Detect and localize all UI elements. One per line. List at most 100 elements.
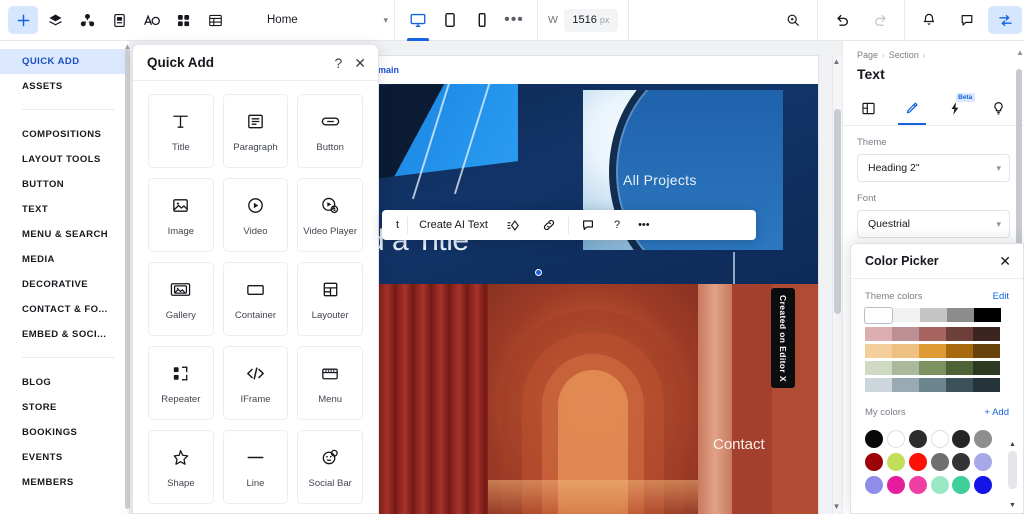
site-preview-frame[interactable]: main All Projects d a Title Contact [378, 56, 818, 514]
theme-swatch[interactable] [919, 377, 946, 392]
theme-swatch[interactable] [946, 326, 973, 341]
my-color-swatch[interactable] [908, 429, 927, 448]
quick-add-item-video[interactable]: Video [222, 178, 289, 252]
my-color-swatch[interactable] [908, 475, 927, 494]
theme-swatch[interactable] [946, 360, 973, 375]
theme-swatch[interactable] [973, 360, 1000, 375]
theme-swatch[interactable] [973, 343, 1000, 358]
quick-add-item-button[interactable]: Button [297, 94, 363, 168]
font-select[interactable]: Questrial ▾ [857, 210, 1010, 238]
breadcrumb-section[interactable]: Section [889, 50, 919, 60]
comment-icon[interactable] [571, 210, 605, 240]
canvas-scroll-up-arrow[interactable]: ▲ [832, 57, 841, 66]
theme-swatch[interactable] [863, 306, 893, 324]
my-color-swatch[interactable] [886, 429, 905, 448]
theme-swatch[interactable] [892, 360, 919, 375]
my-color-swatch[interactable] [974, 475, 993, 494]
redo-icon[interactable] [863, 6, 897, 34]
theme-swatch[interactable] [865, 377, 892, 392]
theme-swatch[interactable] [865, 343, 892, 358]
quick-add-item-gallery[interactable]: Gallery [148, 262, 214, 336]
ai-sparkle-icon[interactable] [497, 210, 532, 240]
breadcrumb-page[interactable]: Page [857, 50, 878, 60]
device-desktop-button[interactable] [403, 0, 433, 41]
layers-icon[interactable] [40, 6, 70, 34]
device-tablet-button[interactable] [435, 0, 465, 41]
tab-design[interactable] [890, 91, 933, 125]
pages-icon[interactable] [104, 6, 134, 34]
more-icon[interactable]: ••• [629, 210, 659, 240]
my-color-swatch[interactable] [930, 452, 949, 471]
help-icon[interactable]: ? [605, 210, 629, 240]
my-colors-scroll-down-arrow[interactable]: ▼ [1008, 502, 1017, 509]
theme-swatch[interactable] [946, 377, 973, 392]
theme-swatch[interactable] [919, 360, 946, 375]
sidebar-item-members[interactable]: MEMBERS [0, 470, 129, 495]
width-input[interactable]: 1516 px [563, 8, 618, 32]
contact-label[interactable]: Contact [713, 436, 765, 453]
quick-add-item-menu[interactable]: Menu [297, 346, 363, 420]
my-color-swatch[interactable] [974, 429, 993, 448]
theme-swatch[interactable] [892, 326, 919, 341]
site-structure-icon[interactable] [72, 6, 102, 34]
canvas-scrollbar-thumb[interactable] [833, 109, 841, 314]
sidebar-item-decorative[interactable]: DECORATIVE [0, 272, 129, 297]
my-color-swatch[interactable] [952, 429, 971, 448]
quick-add-item-social-bar[interactable]: Social Bar [297, 430, 363, 504]
sidebar-item-compositions[interactable]: COMPOSITIONS [0, 122, 129, 147]
my-color-swatch[interactable] [974, 452, 993, 471]
tab-layout[interactable] [847, 91, 890, 125]
close-icon[interactable]: ✕ [999, 254, 1011, 268]
text-styles-icon[interactable] [136, 6, 166, 34]
theme-swatch[interactable] [892, 343, 919, 358]
device-more-button[interactable]: ••• [499, 0, 529, 41]
edit-theme-colors-button[interactable]: Edit [993, 291, 1009, 302]
canvas-scroll-down-arrow[interactable]: ▼ [832, 502, 841, 511]
theme-swatch[interactable] [919, 343, 946, 358]
sidebar-item-button[interactable]: BUTTON [0, 172, 129, 197]
tab-tips[interactable] [977, 91, 1020, 125]
my-color-swatch[interactable] [930, 429, 949, 448]
sidebar-item-embed-social[interactable]: EMBED & SOCI... [0, 322, 129, 347]
quick-add-item-shape[interactable]: Shape [148, 430, 214, 504]
my-color-swatch[interactable] [908, 452, 927, 471]
undo-icon[interactable] [825, 6, 859, 34]
my-colors-scroll-up-arrow[interactable]: ▲ [1008, 441, 1017, 448]
close-icon[interactable]: ✕ [354, 56, 366, 70]
add-color-button[interactable]: + Add [984, 407, 1009, 418]
quick-add-item-iframe[interactable]: IFrame [222, 346, 289, 420]
help-icon[interactable]: ? [334, 56, 342, 70]
page-selector[interactable]: Home ▾ [258, 7, 394, 34]
element-selection-handle[interactable] [535, 269, 542, 276]
my-colors-scroll-thumb[interactable] [1008, 451, 1017, 489]
create-ai-text-button[interactable]: Create AI Text [410, 210, 497, 240]
theme-swatch[interactable] [973, 326, 1000, 341]
my-color-swatch[interactable] [886, 475, 905, 494]
my-color-swatch[interactable] [865, 452, 883, 471]
my-color-swatch[interactable] [952, 475, 971, 494]
cms-icon[interactable] [200, 6, 230, 34]
quick-add-item-layouter[interactable]: Layouter [297, 262, 363, 336]
theme-swatch[interactable] [946, 308, 974, 322]
sidebar-item-menu-search[interactable]: MENU & SEARCH [0, 222, 129, 247]
zoom-icon[interactable] [776, 6, 810, 34]
comments-icon[interactable] [950, 6, 984, 34]
sidebar-item-assets[interactable]: ASSETS [0, 74, 129, 99]
theme-swatch[interactable] [919, 326, 946, 341]
quick-add-item-container[interactable]: Container [222, 262, 289, 336]
sidebar-item-quick-add[interactable]: QUICK ADD [0, 49, 129, 74]
sidebar-item-media[interactable]: MEDIA [0, 247, 129, 272]
sidebar-item-events[interactable]: EVENTS [0, 445, 129, 470]
my-color-swatch[interactable] [930, 475, 949, 494]
quick-add-item-title[interactable]: Title [148, 94, 214, 168]
my-color-swatch[interactable] [952, 452, 971, 471]
theme-swatch[interactable] [892, 377, 919, 392]
arch-section[interactable]: Contact [378, 284, 818, 514]
my-colors-scrollbar[interactable]: ▲ ▼ [1008, 439, 1017, 509]
tab-ai[interactable]: Beta [934, 91, 977, 125]
sidebar-item-bookings[interactable]: BOOKINGS [0, 420, 129, 445]
theme-swatch[interactable] [892, 308, 920, 322]
quick-add-item-line[interactable]: Line [222, 430, 289, 504]
theme-swatch[interactable] [865, 326, 892, 341]
sidebar-item-text[interactable]: TEXT [0, 197, 129, 222]
